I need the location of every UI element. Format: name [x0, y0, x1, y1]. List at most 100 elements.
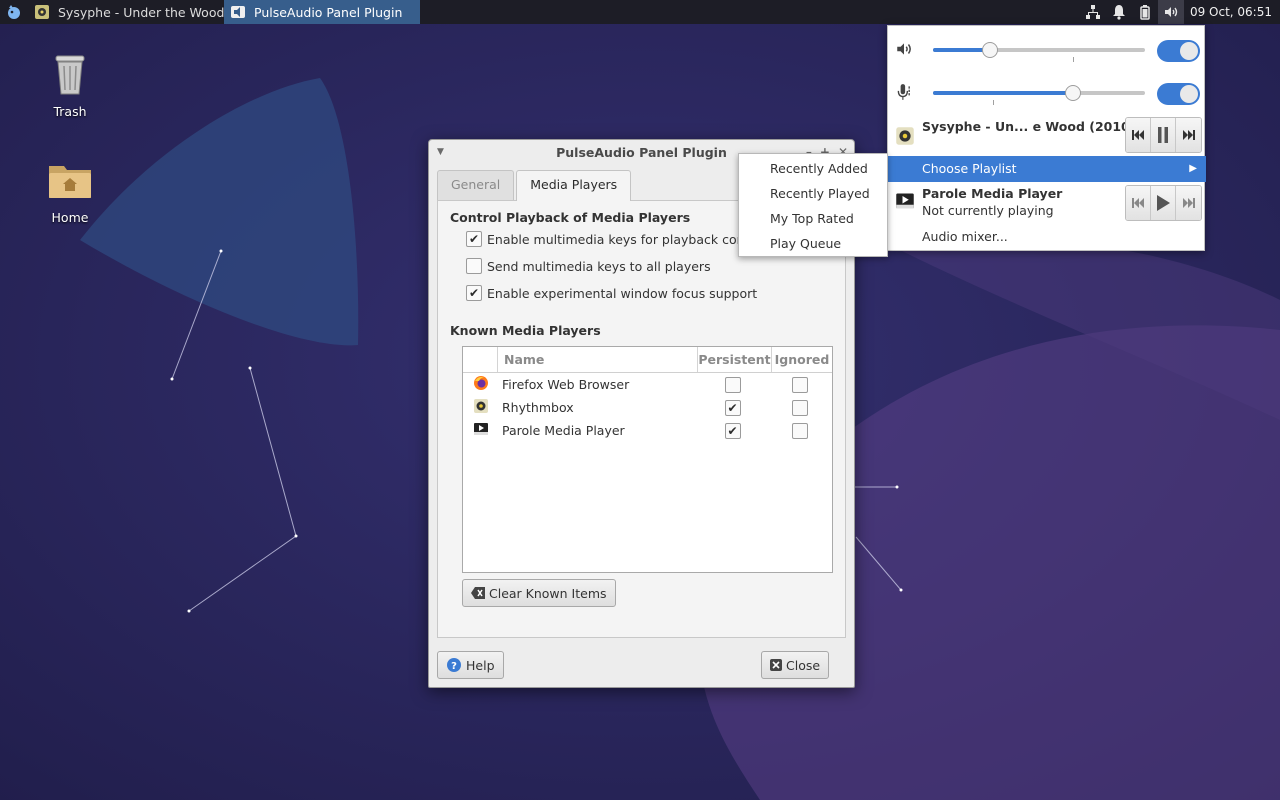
input-volume-handle[interactable]	[1064, 85, 1081, 101]
choose-playlist-item[interactable]: Choose Playlist ▶	[888, 156, 1206, 182]
pulseaudio-icon	[230, 4, 246, 20]
volume-icon[interactable]	[1157, 0, 1184, 24]
parole-icon	[895, 191, 915, 211]
table-header: Name Persistent Ignored	[463, 347, 832, 373]
menu-item-top-rated[interactable]: My Top Rated	[739, 206, 887, 231]
firefox-icon	[473, 375, 489, 394]
desktop-icon-trash[interactable]: Trash	[30, 50, 110, 119]
ignored-checkbox[interactable]	[791, 422, 808, 439]
close-button[interactable]: Close	[761, 651, 830, 679]
option-label: Enable multimedia keys for playback cont…	[487, 231, 766, 247]
taskbar-item-pulseaudio[interactable]: PulseAudio Panel Plugin	[224, 0, 420, 24]
player-name: Firefox Web Browser	[502, 377, 630, 392]
system-tray: 09 Oct, 06:51	[1080, 0, 1280, 24]
output-volume-slider[interactable]	[933, 42, 1145, 58]
rhythmbox-icon	[895, 126, 915, 146]
player-controls	[1125, 185, 1202, 221]
output-volume-handle[interactable]	[982, 42, 999, 58]
input-volume-row	[888, 71, 1206, 111]
control-playback-heading: Control Playback of Media Players	[450, 210, 691, 225]
desktop-icon-label: Trash	[53, 104, 87, 119]
known-players-heading: Known Media Players	[450, 323, 601, 338]
speaker-icon	[895, 40, 913, 58]
checkbox[interactable]	[466, 258, 482, 274]
player-title: Parole Media Player	[922, 186, 1063, 201]
clock[interactable]: 09 Oct, 06:51	[1184, 5, 1280, 19]
taskbar-item-label: Sysyphe - Under the Wood (...	[58, 4, 224, 20]
output-mute-toggle[interactable]	[1157, 40, 1200, 62]
desktop-icon-home[interactable]: Home	[30, 156, 110, 225]
option-multimedia-keys[interactable]: ✔ Enable multimedia keys for playback co…	[466, 231, 765, 247]
help-icon: ?	[446, 657, 462, 673]
whisker-menu-button[interactable]	[0, 0, 28, 24]
player-controls	[1125, 117, 1202, 153]
player-parole: Parole Media Player Not currently playin…	[888, 182, 1206, 226]
svg-text:?: ?	[451, 661, 457, 672]
pause-button[interactable]	[1151, 118, 1176, 152]
table-row[interactable]: Rhythmbox ✔	[463, 396, 832, 419]
input-volume-slider[interactable]	[933, 85, 1145, 101]
player-rhythmbox: Sysyphe - Un... e Wood (2010)	[888, 114, 1206, 158]
rhythmbox-icon	[34, 4, 50, 20]
top-panel: Sysyphe - Under the Wood (... PulseAudio…	[0, 0, 1280, 24]
sound-popup: Sysyphe - Un... e Wood (2010) Choose Pla…	[887, 25, 1206, 251]
clear-known-items-label: Clear Known Items	[489, 585, 607, 601]
column-header-persistent[interactable]: Persistent	[698, 347, 772, 372]
known-players-table: Name Persistent Ignored Firefox Web Brow…	[462, 346, 833, 573]
rhythmbox-icon	[473, 398, 489, 417]
previous-track-button[interactable]	[1126, 118, 1151, 152]
home-folder-icon	[46, 156, 94, 204]
choose-playlist-label: Choose Playlist	[922, 161, 1017, 176]
battery-icon[interactable]	[1132, 0, 1158, 24]
ignored-checkbox[interactable]	[791, 399, 808, 416]
notification-bell-icon[interactable]	[1106, 0, 1132, 24]
persistent-checkbox[interactable]	[724, 376, 741, 393]
taskbar-item-label: PulseAudio Panel Plugin	[254, 4, 403, 20]
audio-mixer-item[interactable]: Audio mixer...	[922, 229, 1008, 244]
persistent-checkbox[interactable]: ✔	[724, 399, 741, 416]
table-row[interactable]: Firefox Web Browser	[463, 373, 832, 396]
player-name: Parole Media Player	[502, 423, 625, 438]
option-label: Send multimedia keys to all players	[487, 258, 711, 274]
desktop-icon-label: Home	[51, 210, 89, 225]
parole-icon	[473, 421, 489, 440]
option-label: Enable experimental window focus support	[487, 285, 758, 301]
help-button[interactable]: ? Help	[437, 651, 504, 679]
menu-item-recently-added[interactable]: Recently Added	[739, 156, 887, 181]
network-icon[interactable]	[1080, 0, 1106, 24]
table-row[interactable]: Parole Media Player ✔	[463, 419, 832, 442]
close-label: Close	[786, 657, 821, 673]
clear-icon	[471, 587, 485, 599]
ignored-checkbox[interactable]	[791, 376, 808, 393]
option-window-focus[interactable]: ✔ Enable experimental window focus suppo…	[466, 285, 757, 301]
play-button[interactable]	[1151, 186, 1176, 220]
xfce-mouse-icon	[6, 4, 22, 20]
media-players-page: Control Playback of Media Players ✔ Enab…	[437, 200, 846, 638]
menu-item-play-queue[interactable]: Play Queue	[739, 231, 887, 256]
taskbar-item-rhythmbox[interactable]: Sysyphe - Under the Wood (...	[28, 0, 224, 24]
clear-known-items-button[interactable]: Clear Known Items	[462, 579, 616, 607]
next-track-button[interactable]	[1176, 118, 1201, 152]
next-track-button[interactable]	[1176, 186, 1201, 220]
tab-bar: General Media Players	[437, 170, 633, 201]
playlist-submenu: Recently Added Recently Played My Top Ra…	[738, 153, 888, 257]
checkbox[interactable]: ✔	[466, 231, 482, 247]
help-label: Help	[466, 657, 495, 673]
persistent-checkbox[interactable]: ✔	[724, 422, 741, 439]
player-name: Rhythmbox	[502, 400, 574, 415]
trash-icon	[46, 50, 94, 98]
dialog-title: PulseAudio Panel Plugin	[556, 145, 727, 160]
menu-item-recently-played[interactable]: Recently Played	[739, 181, 887, 206]
column-header-ignored[interactable]: Ignored	[772, 347, 832, 372]
tab-general[interactable]: General	[437, 170, 515, 200]
close-icon	[770, 659, 782, 671]
previous-track-button[interactable]	[1126, 186, 1151, 220]
player-status: Not currently playing	[922, 203, 1054, 218]
window-menu-icon[interactable]: ▼	[437, 140, 444, 165]
submenu-arrow-icon: ▶	[1189, 163, 1197, 174]
column-header-name[interactable]: Name	[498, 347, 698, 372]
tab-media-players[interactable]: Media Players	[516, 170, 632, 201]
input-mute-toggle[interactable]	[1157, 83, 1200, 105]
checkbox[interactable]: ✔	[466, 285, 482, 301]
option-send-keys-all[interactable]: Send multimedia keys to all players	[466, 258, 711, 274]
